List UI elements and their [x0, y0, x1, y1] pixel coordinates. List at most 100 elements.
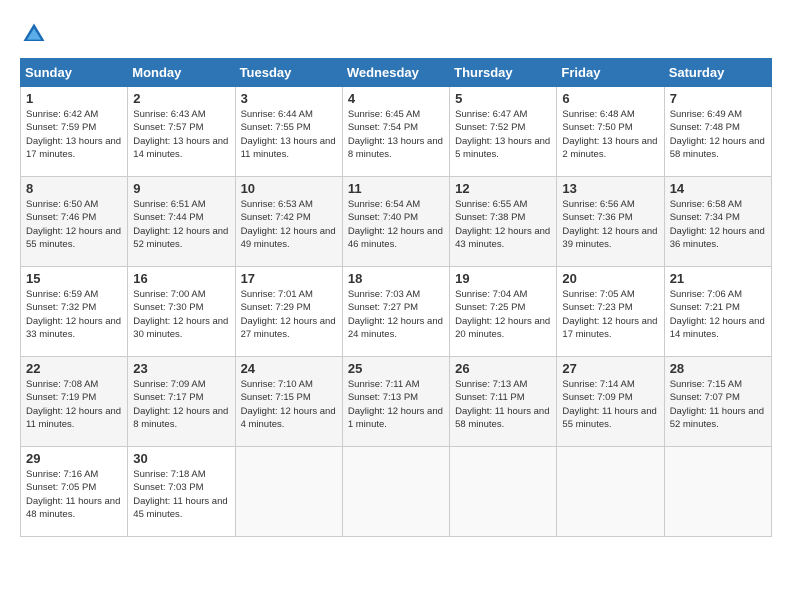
calendar-cell [342, 447, 449, 537]
calendar-row: 1 Sunrise: 6:42 AM Sunset: 7:59 PM Dayli… [21, 87, 772, 177]
calendar-row: 29 Sunrise: 7:16 AM Sunset: 7:05 PM Dayl… [21, 447, 772, 537]
day-number: 2 [133, 91, 229, 106]
calendar-cell: 22 Sunrise: 7:08 AM Sunset: 7:19 PM Dayl… [21, 357, 128, 447]
calendar-cell: 7 Sunrise: 6:49 AM Sunset: 7:48 PM Dayli… [664, 87, 771, 177]
cell-content: Sunrise: 6:56 AM Sunset: 7:36 PM Dayligh… [562, 198, 658, 251]
calendar-row: 8 Sunrise: 6:50 AM Sunset: 7:46 PM Dayli… [21, 177, 772, 267]
calendar-cell: 21 Sunrise: 7:06 AM Sunset: 7:21 PM Dayl… [664, 267, 771, 357]
day-number: 5 [455, 91, 551, 106]
day-number: 22 [26, 361, 122, 376]
logo [20, 20, 52, 48]
cell-content: Sunrise: 7:11 AM Sunset: 7:13 PM Dayligh… [348, 378, 444, 431]
day-number: 15 [26, 271, 122, 286]
cell-content: Sunrise: 6:45 AM Sunset: 7:54 PM Dayligh… [348, 108, 444, 161]
calendar-cell [450, 447, 557, 537]
day-number: 21 [670, 271, 766, 286]
calendar-cell: 25 Sunrise: 7:11 AM Sunset: 7:13 PM Dayl… [342, 357, 449, 447]
day-number: 27 [562, 361, 658, 376]
calendar-cell: 18 Sunrise: 7:03 AM Sunset: 7:27 PM Dayl… [342, 267, 449, 357]
calendar-row: 15 Sunrise: 6:59 AM Sunset: 7:32 PM Dayl… [21, 267, 772, 357]
cell-content: Sunrise: 6:50 AM Sunset: 7:46 PM Dayligh… [26, 198, 122, 251]
day-number: 7 [670, 91, 766, 106]
cell-content: Sunrise: 7:00 AM Sunset: 7:30 PM Dayligh… [133, 288, 229, 341]
weekday-header: Tuesday [235, 59, 342, 87]
calendar-cell: 10 Sunrise: 6:53 AM Sunset: 7:42 PM Dayl… [235, 177, 342, 267]
calendar-cell: 3 Sunrise: 6:44 AM Sunset: 7:55 PM Dayli… [235, 87, 342, 177]
calendar-cell: 5 Sunrise: 6:47 AM Sunset: 7:52 PM Dayli… [450, 87, 557, 177]
calendar-row: 22 Sunrise: 7:08 AM Sunset: 7:19 PM Dayl… [21, 357, 772, 447]
cell-content: Sunrise: 6:47 AM Sunset: 7:52 PM Dayligh… [455, 108, 551, 161]
calendar-cell: 20 Sunrise: 7:05 AM Sunset: 7:23 PM Dayl… [557, 267, 664, 357]
weekday-header: Friday [557, 59, 664, 87]
day-number: 14 [670, 181, 766, 196]
weekday-header: Thursday [450, 59, 557, 87]
calendar-cell: 1 Sunrise: 6:42 AM Sunset: 7:59 PM Dayli… [21, 87, 128, 177]
calendar-cell: 19 Sunrise: 7:04 AM Sunset: 7:25 PM Dayl… [450, 267, 557, 357]
cell-content: Sunrise: 6:58 AM Sunset: 7:34 PM Dayligh… [670, 198, 766, 251]
day-number: 25 [348, 361, 444, 376]
cell-content: Sunrise: 7:03 AM Sunset: 7:27 PM Dayligh… [348, 288, 444, 341]
calendar-cell: 28 Sunrise: 7:15 AM Sunset: 7:07 PM Dayl… [664, 357, 771, 447]
day-number: 8 [26, 181, 122, 196]
calendar-cell [235, 447, 342, 537]
cell-content: Sunrise: 7:08 AM Sunset: 7:19 PM Dayligh… [26, 378, 122, 431]
cell-content: Sunrise: 7:09 AM Sunset: 7:17 PM Dayligh… [133, 378, 229, 431]
cell-content: Sunrise: 6:53 AM Sunset: 7:42 PM Dayligh… [241, 198, 337, 251]
cell-content: Sunrise: 6:49 AM Sunset: 7:48 PM Dayligh… [670, 108, 766, 161]
day-number: 24 [241, 361, 337, 376]
calendar-cell: 12 Sunrise: 6:55 AM Sunset: 7:38 PM Dayl… [450, 177, 557, 267]
cell-content: Sunrise: 7:01 AM Sunset: 7:29 PM Dayligh… [241, 288, 337, 341]
day-number: 18 [348, 271, 444, 286]
day-number: 16 [133, 271, 229, 286]
calendar-cell: 4 Sunrise: 6:45 AM Sunset: 7:54 PM Dayli… [342, 87, 449, 177]
day-number: 23 [133, 361, 229, 376]
weekday-header: Wednesday [342, 59, 449, 87]
day-number: 19 [455, 271, 551, 286]
calendar-cell: 6 Sunrise: 6:48 AM Sunset: 7:50 PM Dayli… [557, 87, 664, 177]
header-row: SundayMondayTuesdayWednesdayThursdayFrid… [21, 59, 772, 87]
day-number: 6 [562, 91, 658, 106]
day-number: 9 [133, 181, 229, 196]
calendar-cell: 24 Sunrise: 7:10 AM Sunset: 7:15 PM Dayl… [235, 357, 342, 447]
calendar-cell: 13 Sunrise: 6:56 AM Sunset: 7:36 PM Dayl… [557, 177, 664, 267]
day-number: 30 [133, 451, 229, 466]
cell-content: Sunrise: 6:43 AM Sunset: 7:57 PM Dayligh… [133, 108, 229, 161]
day-number: 29 [26, 451, 122, 466]
cell-content: Sunrise: 7:18 AM Sunset: 7:03 PM Dayligh… [133, 468, 229, 521]
calendar-cell: 26 Sunrise: 7:13 AM Sunset: 7:11 PM Dayl… [450, 357, 557, 447]
weekday-header: Sunday [21, 59, 128, 87]
cell-content: Sunrise: 6:51 AM Sunset: 7:44 PM Dayligh… [133, 198, 229, 251]
day-number: 3 [241, 91, 337, 106]
weekday-header: Monday [128, 59, 235, 87]
calendar-cell: 2 Sunrise: 6:43 AM Sunset: 7:57 PM Dayli… [128, 87, 235, 177]
cell-content: Sunrise: 7:15 AM Sunset: 7:07 PM Dayligh… [670, 378, 766, 431]
cell-content: Sunrise: 7:14 AM Sunset: 7:09 PM Dayligh… [562, 378, 658, 431]
cell-content: Sunrise: 7:06 AM Sunset: 7:21 PM Dayligh… [670, 288, 766, 341]
day-number: 11 [348, 181, 444, 196]
cell-content: Sunrise: 7:13 AM Sunset: 7:11 PM Dayligh… [455, 378, 551, 431]
calendar-cell: 30 Sunrise: 7:18 AM Sunset: 7:03 PM Dayl… [128, 447, 235, 537]
cell-content: Sunrise: 7:10 AM Sunset: 7:15 PM Dayligh… [241, 378, 337, 431]
calendar-cell: 16 Sunrise: 7:00 AM Sunset: 7:30 PM Dayl… [128, 267, 235, 357]
calendar-header: SundayMondayTuesdayWednesdayThursdayFrid… [21, 59, 772, 87]
cell-content: Sunrise: 7:05 AM Sunset: 7:23 PM Dayligh… [562, 288, 658, 341]
day-number: 13 [562, 181, 658, 196]
cell-content: Sunrise: 6:44 AM Sunset: 7:55 PM Dayligh… [241, 108, 337, 161]
calendar-cell: 9 Sunrise: 6:51 AM Sunset: 7:44 PM Dayli… [128, 177, 235, 267]
cell-content: Sunrise: 6:54 AM Sunset: 7:40 PM Dayligh… [348, 198, 444, 251]
calendar-body: 1 Sunrise: 6:42 AM Sunset: 7:59 PM Dayli… [21, 87, 772, 537]
calendar-cell: 17 Sunrise: 7:01 AM Sunset: 7:29 PM Dayl… [235, 267, 342, 357]
day-number: 10 [241, 181, 337, 196]
calendar-cell: 8 Sunrise: 6:50 AM Sunset: 7:46 PM Dayli… [21, 177, 128, 267]
day-number: 1 [26, 91, 122, 106]
day-number: 20 [562, 271, 658, 286]
day-number: 26 [455, 361, 551, 376]
calendar-cell: 29 Sunrise: 7:16 AM Sunset: 7:05 PM Dayl… [21, 447, 128, 537]
calendar-cell [664, 447, 771, 537]
day-number: 28 [670, 361, 766, 376]
weekday-header: Saturday [664, 59, 771, 87]
cell-content: Sunrise: 6:48 AM Sunset: 7:50 PM Dayligh… [562, 108, 658, 161]
calendar-cell [557, 447, 664, 537]
cell-content: Sunrise: 6:59 AM Sunset: 7:32 PM Dayligh… [26, 288, 122, 341]
logo-icon [20, 20, 48, 48]
